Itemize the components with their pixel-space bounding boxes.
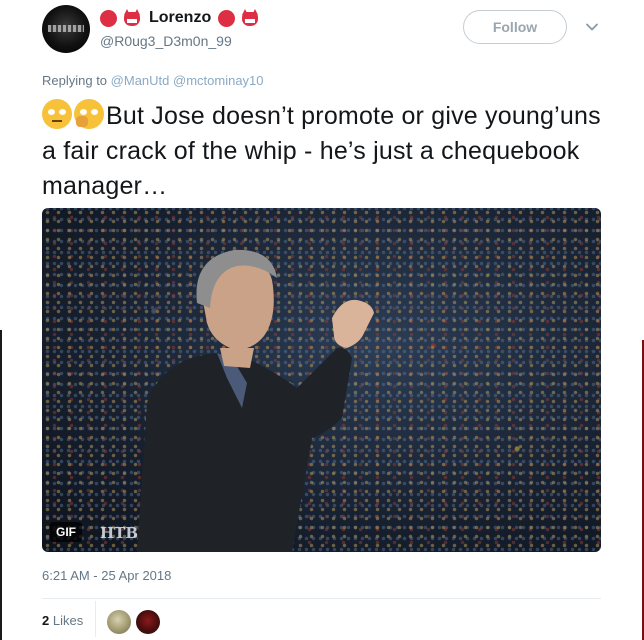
red-circle-icon bbox=[218, 9, 236, 27]
channel-watermark: НТВ bbox=[100, 524, 139, 542]
thinking-face-icon bbox=[74, 99, 104, 129]
chevron-down-icon[interactable] bbox=[585, 20, 599, 34]
tweet-text: But Jose doesn’t promote or give young’u… bbox=[42, 99, 602, 204]
mention-manutd[interactable]: @ManUtd bbox=[111, 73, 170, 88]
face-with-rolling-eyes-icon bbox=[42, 99, 72, 129]
tweet-body: But Jose doesn’t promote or give young’u… bbox=[42, 102, 601, 200]
japanese-ogre-icon bbox=[122, 9, 142, 27]
red-circle-icon bbox=[100, 9, 117, 27]
avatar-graphic bbox=[48, 25, 84, 32]
follow-button[interactable]: Follow bbox=[463, 10, 567, 44]
liker-avatar[interactable] bbox=[107, 610, 131, 634]
likes-label: Likes bbox=[52, 613, 84, 628]
likes-stat[interactable]: 2 Likes bbox=[42, 613, 83, 628]
likes-count: 2 bbox=[42, 613, 50, 628]
user-name-row[interactable]: Lorenzo bbox=[100, 6, 260, 30]
gif-media[interactable]: GIF НТВ bbox=[42, 208, 601, 552]
user-handle[interactable]: @R0ug3_D3m0n_99 bbox=[100, 33, 232, 49]
japanese-ogre-icon bbox=[240, 9, 260, 27]
gif-badge: GIF bbox=[50, 522, 82, 542]
profile-avatar[interactable] bbox=[42, 5, 90, 53]
liker-avatar[interactable] bbox=[136, 610, 160, 634]
mention-mctominay10[interactable]: @mctominay10 bbox=[173, 73, 264, 88]
stats-divider bbox=[42, 598, 601, 599]
display-name[interactable]: Lorenzo bbox=[149, 9, 211, 27]
left-edge-dark bbox=[0, 330, 2, 640]
manager-figure bbox=[137, 249, 374, 552]
tweet-timestamp[interactable]: 6:21 AM - 25 Apr 2018 bbox=[42, 568, 171, 583]
replying-to: Replying to @ManUtd @mctominay10 bbox=[42, 73, 264, 88]
replying-prefix: Replying to bbox=[42, 73, 108, 88]
stats-vertical-divider bbox=[95, 601, 96, 637]
